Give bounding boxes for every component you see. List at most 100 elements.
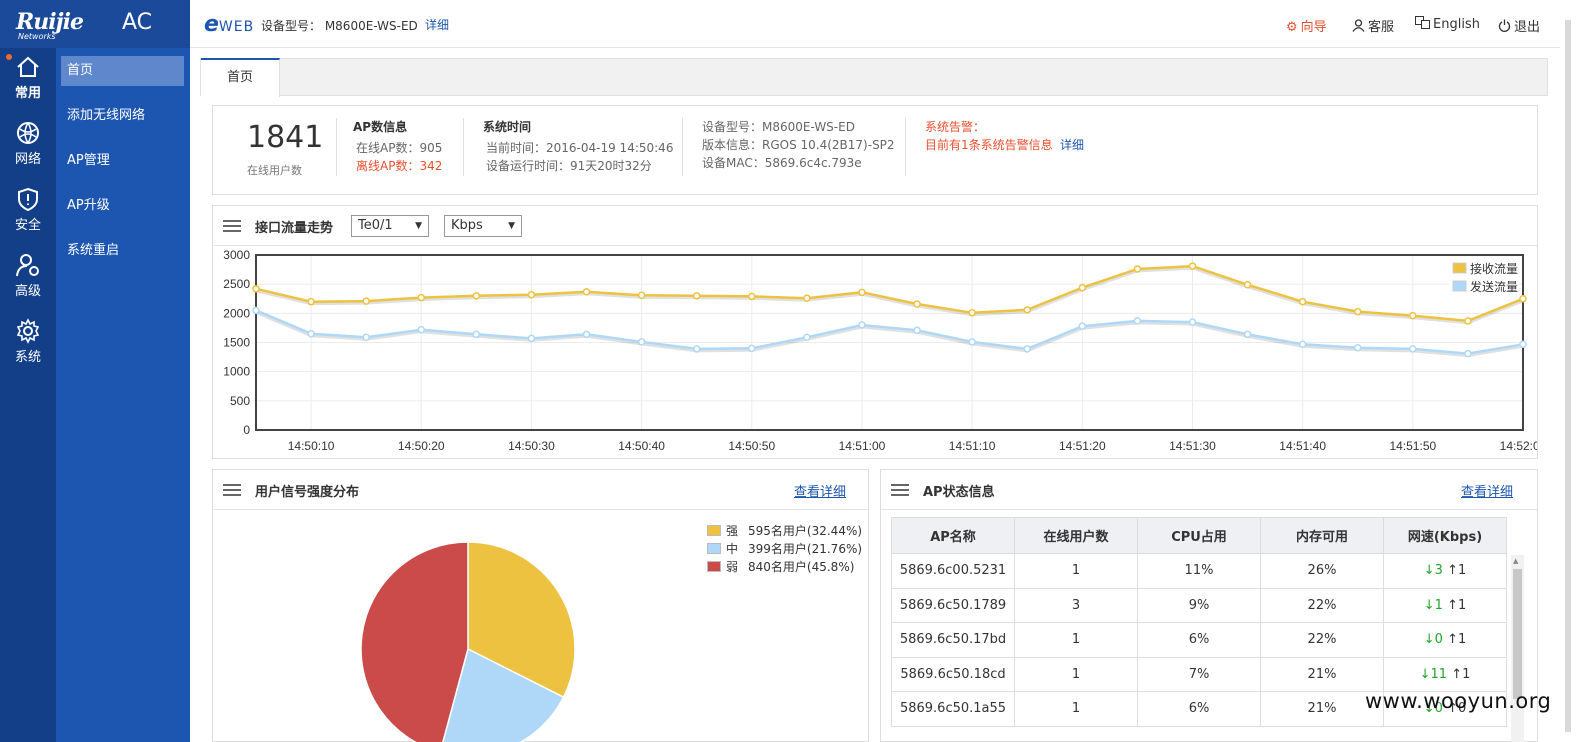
signal-more-link[interactable]: 查看详细: [794, 481, 846, 500]
column-header: 在线用户数: [1014, 517, 1138, 554]
x-tick-label: 14:50:20: [398, 439, 445, 453]
column-header: CPU占用: [1137, 517, 1261, 554]
menu-icon[interactable]: [223, 220, 241, 232]
device-detail-link[interactable]: 详细: [425, 16, 449, 33]
nav-item-advanced[interactable]: 高级: [0, 246, 56, 312]
ap-speed: ↓3 ↑1: [1383, 553, 1507, 589]
ap-online-count: 在线AP数：905: [356, 141, 443, 155]
ap-cpu: 7%: [1137, 656, 1261, 692]
table-scrollbar[interactable]: ▲: [1511, 555, 1524, 742]
table-scrollbar-thumb[interactable]: [1513, 569, 1522, 699]
alarm-detail-link[interactable]: 详细: [1060, 136, 1084, 153]
legend-value: 399名用户(21.76%): [748, 542, 863, 556]
legend-value: 595名用户(32.44%): [748, 524, 863, 538]
ap-cpu: 9%: [1137, 587, 1261, 623]
chevron-down-icon: ▼: [508, 221, 515, 231]
nav-item-label: 常用: [14, 86, 41, 101]
logo-area: Ruijie Networks AC: [0, 0, 190, 48]
data-point: [1464, 349, 1472, 358]
table-row[interactable]: 5869.6c00.5231 1 11% 26% ↓3 ↑1: [891, 553, 1507, 589]
ap-speed: ↓1 ↑1: [1383, 587, 1507, 623]
ruijie-logo-sub: Networks: [18, 32, 56, 41]
data-point: [307, 297, 315, 306]
legend-swatch: [1452, 280, 1467, 292]
data-point: [1519, 295, 1527, 303]
divider: [682, 118, 683, 176]
data-point: [1133, 265, 1142, 273]
device-model: 设备型号：M8600E-WS-ED: [702, 120, 855, 134]
table-row[interactable]: 5869.6c50.18cd 1 7% 21% ↓11 ↑1: [891, 656, 1507, 692]
legend-swatch: [707, 525, 721, 536]
legend-item: 中 399名用户(21.76%): [707, 540, 862, 557]
signal-panel-header: 用户信号强度分布 查看详细: [213, 470, 868, 510]
legend-label: 中: [726, 542, 739, 556]
nav-item-system[interactable]: 系统: [0, 312, 56, 378]
logout-button[interactable]: 退出: [1498, 16, 1540, 35]
up-speed: ↑1: [1447, 597, 1467, 613]
data-point: [858, 288, 866, 297]
submenu-item-add-wireless[interactable]: 添加无线网络: [61, 101, 184, 131]
interface-select[interactable]: Te0/1 ▼: [351, 215, 429, 237]
tab-home[interactable]: 首页: [201, 58, 280, 97]
submenu-item-reboot[interactable]: 系统重启: [61, 236, 184, 266]
down-speed: ↓3: [1423, 563, 1443, 579]
home-icon: [17, 56, 39, 77]
unit-select[interactable]: Kbps ▼: [444, 215, 522, 237]
alarm-message: 目前有1条系统告警信息: [925, 138, 1053, 152]
menu-icon[interactable]: [223, 484, 241, 496]
data-point: [527, 334, 536, 343]
ap-users: 1: [1014, 622, 1138, 658]
main-nav: 常用 网络 安全 高级 系统: [0, 48, 56, 742]
page-scrollbar-thumb[interactable]: [1565, 20, 1571, 732]
nav-item-common[interactable]: 常用: [0, 48, 56, 114]
ap-offline-count: 离线AP数：342: [356, 159, 443, 173]
data-point: [692, 292, 701, 300]
menu-icon[interactable]: [891, 484, 909, 496]
table-row[interactable]: 5869.6c50.17bd 1 6% 22% ↓0 ↑1: [891, 622, 1507, 658]
traffic-panel: 接口流量走势 Te0/1 ▼ Kbps ▼ 0 500 1000 1500 2000 2500…: [212, 205, 1538, 459]
signal-title: 用户信号强度分布: [255, 485, 360, 500]
watermark: www.wooyun.org: [1365, 689, 1552, 713]
ap-status-header: AP状态信息 查看详细: [881, 470, 1537, 510]
ap-name: 5869.6c50.17bd: [891, 622, 1015, 658]
wizard-button[interactable]: ⚙ 向导: [1286, 16, 1327, 35]
ap-speed: ↓11 ↑1: [1383, 656, 1507, 692]
ap-mem: 26%: [1260, 553, 1384, 589]
ap-status-more-link[interactable]: 查看详细: [1461, 481, 1513, 500]
ap-name: 5869.6c50.1a55: [891, 691, 1015, 727]
x-tick-label: 14:51:00: [839, 439, 886, 453]
scroll-up-icon[interactable]: ▲: [1513, 557, 1518, 565]
chevron-down-icon: ▼: [415, 221, 422, 231]
x-tick-label: 14:50:40: [618, 439, 665, 453]
product-name: AC: [122, 10, 153, 35]
data-point: [1243, 330, 1252, 339]
data-point: [803, 333, 811, 341]
nav-item-label: 网络: [14, 152, 41, 167]
data-point: [472, 292, 481, 300]
service-button[interactable]: 客服: [1352, 16, 1394, 35]
submenu-item-ap-manage[interactable]: AP管理: [61, 146, 184, 176]
data-point: [1298, 340, 1307, 348]
interface-select-value: Te0/1: [358, 218, 393, 233]
language-icon: [1415, 16, 1430, 29]
page-scrollbar[interactable]: [1560, 0, 1593, 742]
nav-item-security[interactable]: 安全: [0, 180, 56, 246]
tab-bar: 首页: [200, 58, 1548, 97]
submenu-item-home[interactable]: 首页: [61, 56, 184, 86]
ap-mem: 22%: [1260, 622, 1384, 658]
data-point: [1023, 345, 1031, 353]
data-point: [1298, 297, 1307, 306]
table-row[interactable]: 5869.6c50.1789 3 9% 22% ↓1 ↑1: [891, 587, 1507, 623]
language-button[interactable]: English: [1415, 16, 1480, 32]
data-point: [252, 285, 260, 293]
summary-panel: 1841 在线用户数 AP数信息 在线AP数：905 离线AP数：342 系统时…: [212, 105, 1538, 195]
data-point: [252, 306, 260, 315]
data-point: [1078, 322, 1087, 330]
column-header: AP名称: [891, 517, 1015, 554]
legend-swatch: [707, 561, 721, 572]
ap-status-title: AP状态信息: [923, 485, 995, 500]
data-point: [417, 325, 426, 334]
submenu-item-ap-upgrade[interactable]: AP升级: [61, 191, 184, 221]
legend-swatch: [707, 543, 721, 554]
nav-item-network[interactable]: 网络: [0, 114, 56, 180]
